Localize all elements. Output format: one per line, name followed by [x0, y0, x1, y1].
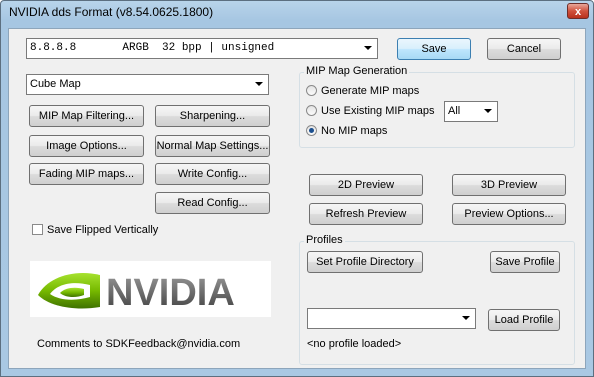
- radio-button[interactable]: [306, 125, 317, 136]
- save-flipped-label: Save Flipped Vertically: [47, 224, 159, 236]
- read-config-button[interactable]: Read Config...: [155, 192, 270, 214]
- radio-label: Use Existing MIP maps: [321, 105, 435, 117]
- sharpening-button[interactable]: Sharpening...: [155, 105, 270, 127]
- refresh-preview-button[interactable]: Refresh Preview: [309, 203, 423, 225]
- format-select[interactable]: 8.8.8.8 ARGB 32 bpp | unsigned: [26, 38, 378, 59]
- profiles-label: Profiles: [304, 234, 345, 246]
- close-button[interactable]: x: [567, 3, 589, 19]
- profile-status: <no profile loaded>: [307, 338, 402, 350]
- preview-3d-button[interactable]: 3D Preview: [452, 174, 566, 196]
- cancel-button[interactable]: Cancel: [487, 38, 561, 60]
- title-bar[interactable]: NVIDIA dds Format (v8.54.0625.1800) x: [1, 1, 593, 23]
- chevron-down-icon: [462, 316, 470, 320]
- normal-map-settings-button[interactable]: Normal Map Settings...: [155, 135, 270, 157]
- dialog-content: 8.8.8.8 ARGB 32 bpp | unsigned Save Canc…: [8, 28, 586, 369]
- radio-button[interactable]: [306, 85, 317, 96]
- window-title: NVIDIA dds Format (v8.54.0625.1800): [9, 5, 214, 19]
- save-button[interactable]: Save: [397, 38, 471, 60]
- texture-type-value: Cube Map: [30, 78, 81, 90]
- mip-map-filtering-button[interactable]: MIP Map Filtering...: [29, 105, 144, 127]
- save-flipped-checkbox[interactable]: Save Flipped Vertically: [32, 224, 158, 236]
- radio-generate-mip-maps[interactable]: Generate MIP maps: [306, 85, 419, 97]
- preview-2d-button[interactable]: 2D Preview: [309, 174, 423, 196]
- save-profile-button[interactable]: Save Profile: [490, 251, 560, 273]
- dialog-window: NVIDIA dds Format (v8.54.0625.1800) x 8.…: [0, 0, 594, 377]
- preview-options-button[interactable]: Preview Options...: [452, 203, 566, 225]
- profile-select[interactable]: [307, 308, 476, 329]
- radio-label: Generate MIP maps: [321, 85, 420, 97]
- radio-no-mip-maps[interactable]: No MIP maps: [306, 125, 387, 137]
- set-profile-directory-button[interactable]: Set Profile Directory: [307, 251, 423, 273]
- radio-use-existing-mip-maps[interactable]: Use Existing MIP maps: [306, 105, 435, 117]
- image-options-button[interactable]: Image Options...: [29, 135, 144, 157]
- chevron-down-icon: [364, 46, 372, 50]
- mip-levels-value: All: [448, 105, 461, 117]
- radio-label: No MIP maps: [321, 125, 388, 137]
- nvidia-wordmark: NVIDIA: [106, 272, 235, 314]
- nvidia-logo: NVIDIA: [30, 261, 271, 317]
- mip-generation-label: MIP Map Generation: [304, 65, 410, 77]
- fading-mip-maps-button[interactable]: Fading MIP maps...: [29, 163, 144, 185]
- format-select-value: 8.8.8.8 ARGB 32 bpp | unsigned: [30, 42, 275, 54]
- feedback-text: Comments to SDKFeedback@nvidia.com: [37, 338, 241, 350]
- checkbox-box[interactable]: [32, 224, 43, 235]
- write-config-button[interactable]: Write Config...: [155, 163, 270, 185]
- radio-button[interactable]: [306, 105, 317, 116]
- nvidia-eye-icon: NVIDIA: [38, 272, 235, 314]
- chevron-down-icon: [484, 109, 492, 113]
- chevron-down-icon: [255, 82, 263, 86]
- load-profile-button[interactable]: Load Profile: [488, 309, 560, 331]
- texture-type-select[interactable]: Cube Map: [26, 74, 269, 95]
- mip-levels-select[interactable]: All: [444, 101, 498, 122]
